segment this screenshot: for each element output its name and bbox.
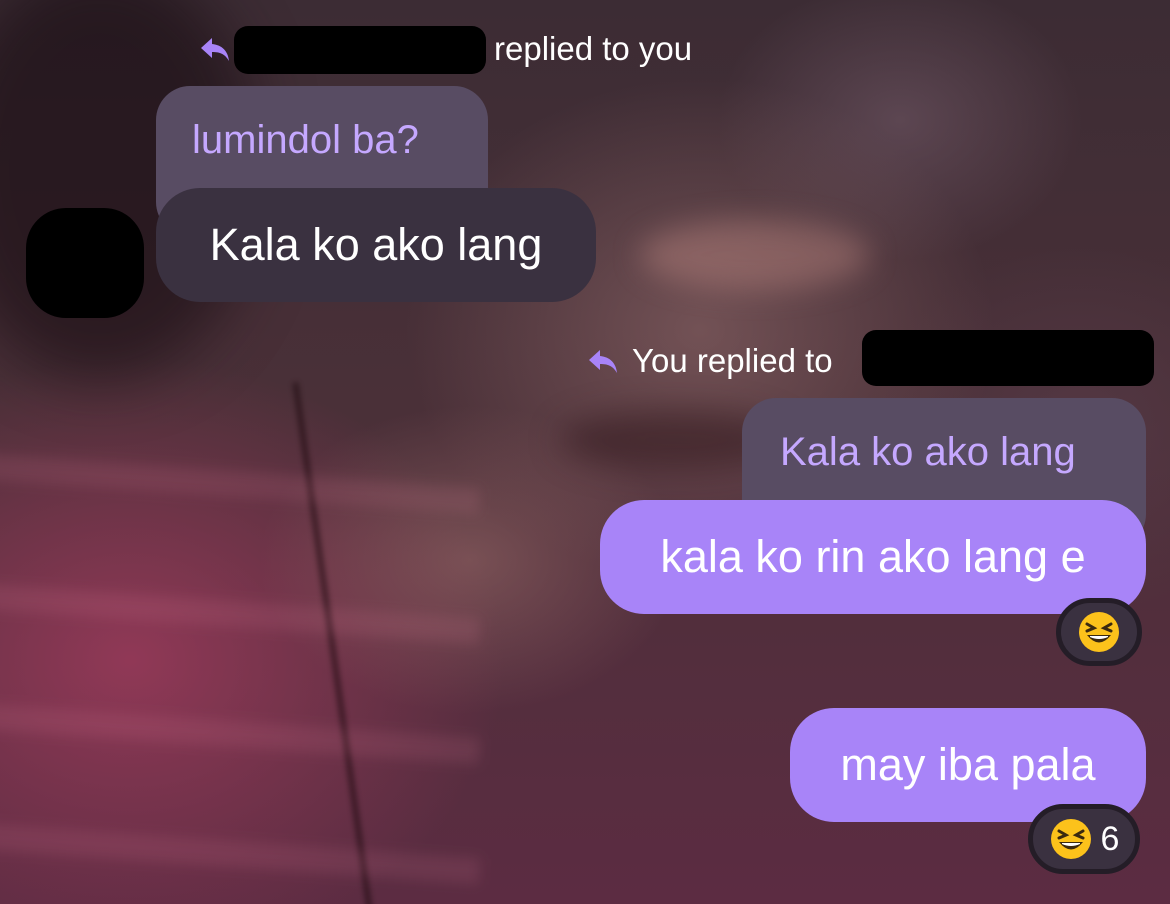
reply-arrow-icon <box>201 38 229 61</box>
background-shape <box>0 701 481 765</box>
quoted-message-text: lumindol ba? <box>192 118 419 162</box>
reply-header-outgoing: You replied to <box>586 342 833 380</box>
message-text: kala ko rin ako lang e <box>660 531 1086 582</box>
message-text: may iba pala <box>840 739 1096 790</box>
message-text: Kala ko ako lang <box>209 219 543 270</box>
reply-header-label: replied to you <box>494 30 693 67</box>
reply-header-label: You replied to <box>632 342 833 379</box>
redacted-name <box>234 26 486 74</box>
redacted-name <box>862 330 1154 386</box>
reply-arrow-icon <box>589 350 617 373</box>
grinning-squinting-face-icon <box>1079 612 1119 652</box>
background-shape <box>0 581 481 645</box>
reaction-pill[interactable]: 6 <box>1028 804 1140 874</box>
outgoing-message-bubble[interactable]: kala ko rin ako lang e <box>600 500 1146 614</box>
reaction-pill[interactable] <box>1056 598 1142 666</box>
background-shape <box>0 821 481 885</box>
grinning-squinting-face-icon <box>1050 819 1091 859</box>
background-shape <box>0 451 481 515</box>
background-shape <box>640 220 870 290</box>
incoming-message-bubble[interactable]: Kala ko ako lang <box>156 188 596 302</box>
background-shape <box>292 382 374 904</box>
redacted-avatar <box>26 208 144 318</box>
quoted-message-text: Kala ko ako lang <box>780 430 1076 474</box>
reaction-count: 6 <box>1100 819 1120 858</box>
